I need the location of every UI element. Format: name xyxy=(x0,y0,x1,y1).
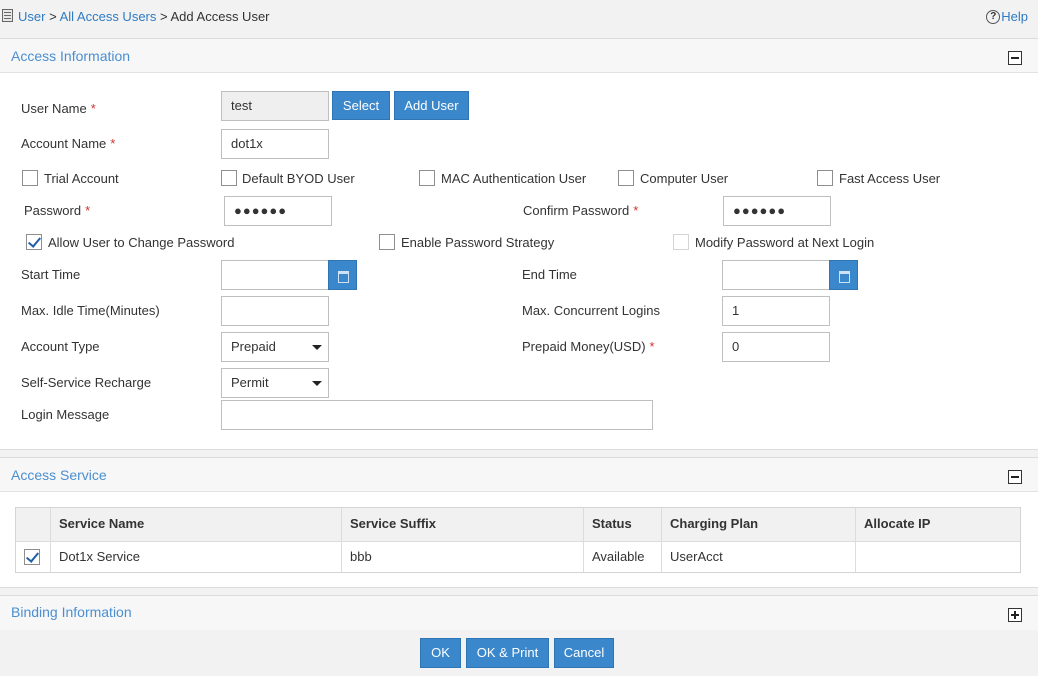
account-type-select[interactable]: Prepaid xyxy=(221,332,329,362)
trial-account-label: Trial Account xyxy=(44,171,119,186)
breadcrumb-separator: > xyxy=(160,9,168,24)
end-time-calendar-icon[interactable] xyxy=(829,260,858,290)
max-idle-time-input[interactable] xyxy=(221,296,329,326)
cell-service-suffix: bbb xyxy=(342,541,584,572)
user-name-label: User Name * xyxy=(21,101,96,116)
confirm-password-label: Confirm Password * xyxy=(523,203,639,218)
computer-user-checkbox[interactable] xyxy=(618,170,634,186)
access-service-table: Service Name Service Suffix Status Charg… xyxy=(15,507,1021,573)
column-header-status[interactable]: Status xyxy=(584,508,662,541)
fast-access-user-label: Fast Access User xyxy=(839,171,941,186)
access-information-header: Access Information xyxy=(0,39,1038,73)
access-service-header: Access Service xyxy=(0,458,1038,492)
access-information-title: Access Information xyxy=(11,48,131,64)
binding-information-title: Binding Information xyxy=(11,604,132,620)
self-service-recharge-label: Self-Service Recharge xyxy=(21,375,152,390)
cell-charging-plan: UserAcct xyxy=(662,541,856,572)
binding-information-header[interactable]: Binding Information xyxy=(0,596,1038,630)
trial-account-checkbox[interactable] xyxy=(22,170,38,186)
cell-status: Available xyxy=(584,541,662,572)
footer-bar: OK OK & Print Cancel xyxy=(0,631,1038,676)
help-label: Help xyxy=(1001,9,1028,24)
help-icon: ? xyxy=(986,9,1001,24)
mac-authentication-user-label: MAC Authentication User xyxy=(441,171,587,186)
default-byod-user-checkbox[interactable] xyxy=(221,170,237,186)
prepaid-money-label: Prepaid Money(USD) * xyxy=(522,339,655,354)
start-time-input[interactable] xyxy=(221,260,329,290)
start-time-calendar-icon[interactable] xyxy=(328,260,357,290)
start-time-label: Start Time xyxy=(21,267,81,282)
ok-button[interactable]: OK xyxy=(420,638,461,668)
end-time-input[interactable] xyxy=(722,260,830,290)
confirm-password-input[interactable]: ●●●●●● xyxy=(723,196,831,226)
prepaid-money-input[interactable]: 0 xyxy=(722,332,830,362)
row-select-checkbox[interactable] xyxy=(24,549,40,565)
access-information-panel: Access Information User Name * test Selec… xyxy=(0,38,1038,450)
breadcrumb-current: Add Access User xyxy=(170,9,270,24)
select-column-header xyxy=(16,508,51,541)
column-header-service-name[interactable]: Service Name xyxy=(51,508,342,541)
enable-password-strategy-checkbox[interactable] xyxy=(379,234,395,250)
allow-change-password-checkbox[interactable] xyxy=(26,234,42,250)
binding-information-panel: Binding Information xyxy=(0,595,1038,630)
mac-authentication-user-checkbox[interactable] xyxy=(419,170,435,186)
max-concurrent-logins-input[interactable]: 1 xyxy=(722,296,830,326)
column-header-allocate-ip[interactable]: Allocate IP xyxy=(856,508,1020,541)
end-time-label: End Time xyxy=(522,267,577,282)
select-button[interactable]: Select xyxy=(332,91,390,120)
account-type-label: Account Type xyxy=(21,339,100,354)
chevron-down-icon xyxy=(312,345,322,350)
max-concurrent-logins-label: Max. Concurrent Logins xyxy=(522,303,661,318)
password-input[interactable]: ●●●●●● xyxy=(224,196,332,226)
breadcrumb-all-access-users-link[interactable]: All Access Users xyxy=(60,9,157,24)
computer-user-label: Computer User xyxy=(640,171,729,186)
ok-print-button[interactable]: OK & Print xyxy=(466,638,549,668)
collapse-icon[interactable] xyxy=(1008,470,1022,484)
login-message-label: Login Message xyxy=(21,407,110,422)
add-user-button[interactable]: Add User xyxy=(394,91,469,120)
user-list-icon xyxy=(2,9,13,22)
modify-password-next-login-label: Modify Password at Next Login xyxy=(695,235,875,250)
account-name-input[interactable]: dot1x xyxy=(221,129,329,159)
breadcrumb-separator: > xyxy=(49,9,57,24)
cell-service-name: Dot1x Service xyxy=(51,541,342,572)
expand-icon[interactable] xyxy=(1008,608,1022,622)
breadcrumb-bar: User > All Access Users > Add Access Use… xyxy=(0,0,1038,34)
account-type-value: Prepaid xyxy=(231,339,276,354)
access-service-panel: Access Service Service Name Service Suff… xyxy=(0,457,1038,588)
chevron-down-icon xyxy=(312,381,322,386)
modify-password-next-login-checkbox[interactable] xyxy=(673,234,689,250)
self-service-recharge-value: Permit xyxy=(231,375,269,390)
cell-allocate-ip xyxy=(856,541,1020,572)
user-name-input[interactable]: test xyxy=(221,91,329,121)
column-header-service-suffix[interactable]: Service Suffix xyxy=(342,508,584,541)
collapse-icon[interactable] xyxy=(1008,51,1022,65)
self-service-recharge-select[interactable]: Permit xyxy=(221,368,329,398)
help-link[interactable]: ? Help xyxy=(986,9,1028,24)
password-label: Password * xyxy=(24,203,91,218)
login-message-input[interactable] xyxy=(221,400,653,430)
fast-access-user-checkbox[interactable] xyxy=(817,170,833,186)
breadcrumb: User > All Access Users > Add Access Use… xyxy=(18,9,270,24)
default-byod-user-label: Default BYOD User xyxy=(242,171,355,186)
access-service-title: Access Service xyxy=(11,467,107,483)
column-header-charging-plan[interactable]: Charging Plan xyxy=(662,508,856,541)
enable-password-strategy-label: Enable Password Strategy xyxy=(401,235,555,250)
account-name-label: Account Name * xyxy=(21,136,116,151)
breadcrumb-user-link[interactable]: User xyxy=(18,9,45,24)
allow-change-password-label: Allow User to Change Password xyxy=(48,235,235,250)
table-row-checkbox-cell xyxy=(16,541,51,572)
cancel-button[interactable]: Cancel xyxy=(554,638,614,668)
max-idle-time-label: Max. Idle Time(Minutes) xyxy=(21,303,160,318)
